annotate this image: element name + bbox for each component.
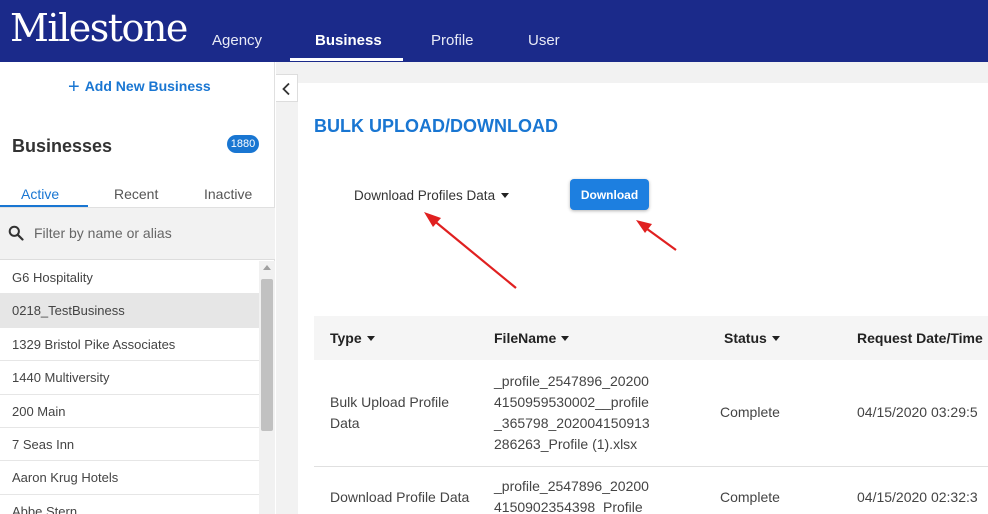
- table-row[interactable]: Bulk Upload Profile Data _profile_254789…: [314, 360, 988, 467]
- main-area: BULK UPLOAD/DOWNLOAD Download Profiles D…: [276, 62, 988, 514]
- business-count-badge: 1880: [227, 135, 259, 153]
- business-list-scrollbar[interactable]: [259, 261, 275, 514]
- column-header-filename[interactable]: FileName: [494, 329, 570, 347]
- list-item[interactable]: 0218_TestBusiness: [0, 294, 259, 328]
- sort-caret-icon: [366, 336, 375, 341]
- table-row[interactable]: Download Profile Data _profile_2547896_2…: [314, 468, 988, 514]
- add-new-business-label: Add New Business: [84, 78, 211, 94]
- column-header-type[interactable]: Type: [330, 329, 375, 347]
- tab-active[interactable]: Active: [21, 185, 59, 203]
- add-new-business-button[interactable]: + Add New Business: [68, 76, 211, 98]
- cell-line: Bulk Upload Profile: [330, 394, 450, 410]
- filter-bar: [0, 208, 275, 260]
- cell-request-date: 04/15/2020 03:29:5: [857, 404, 978, 420]
- column-header-label: Status: [724, 330, 767, 346]
- list-item[interactable]: Abbe Stern: [0, 495, 259, 514]
- plus-icon: +: [68, 76, 80, 98]
- list-item[interactable]: G6 Hospitality: [0, 261, 259, 295]
- cell-line: 286263_Profile (1).xlsx: [494, 436, 638, 452]
- business-sidebar: + Add New Business Businesses 1880 Active…: [0, 62, 275, 514]
- list-item[interactable]: 1329 Bristol Pike Associates: [0, 328, 259, 362]
- businesses-heading: Businesses: [12, 136, 113, 156]
- cell-line: 4150902354398_Profile: [494, 499, 643, 514]
- bulk-upload-panel: BULK UPLOAD/DOWNLOAD Download Profiles D…: [298, 83, 988, 514]
- cell-status: Complete: [720, 489, 780, 505]
- list-item[interactable]: 7 Seas Inn: [0, 428, 259, 462]
- nav-item-profile[interactable]: Profile: [431, 32, 474, 50]
- table-header: Type FileName Status Request Date/Time: [314, 316, 988, 360]
- list-item[interactable]: 1440 Multiversity: [0, 361, 259, 395]
- nav-item-agency[interactable]: Agency: [212, 32, 262, 50]
- cell-line: _profile_2547896_20200: [494, 373, 649, 389]
- sort-caret-icon: [561, 336, 570, 341]
- list-item[interactable]: Aaron Krug Hotels: [0, 461, 259, 495]
- nav-active-underline: [290, 58, 403, 61]
- cell-line: _365798_202004150913: [494, 415, 650, 431]
- business-list: G6 Hospitality 0218_TestBusiness 1329 Bris…: [0, 261, 259, 514]
- nav-item-business[interactable]: Business: [315, 32, 382, 50]
- column-header-label: Request Date/Time: [857, 330, 983, 346]
- cell-line: 4150959530002__profile: [494, 394, 649, 410]
- list-item[interactable]: 200 Main: [0, 395, 259, 428]
- column-header-label: Type: [330, 330, 362, 346]
- page-title: BULK UPLOAD/DOWNLOAD: [314, 116, 558, 136]
- top-nav: Milestone Agency Business Profile User: [0, 0, 988, 62]
- download-button[interactable]: Download: [570, 179, 649, 210]
- caret-down-icon: [501, 193, 510, 198]
- search-icon: [8, 225, 24, 241]
- tab-inactive[interactable]: Inactive: [204, 185, 252, 203]
- chevron-left-icon: [282, 82, 290, 96]
- cell-type: Download Profile Data: [330, 489, 470, 505]
- cell-filename: _profile_2547896_20200 4150902354398_Pro…: [494, 476, 649, 514]
- nav-item-user[interactable]: User: [528, 32, 560, 50]
- scroll-up-arrow-icon[interactable]: [263, 265, 271, 270]
- scroll-thumb[interactable]: [261, 279, 273, 431]
- column-header-status[interactable]: Status: [724, 329, 780, 347]
- tab-recent[interactable]: Recent: [114, 185, 158, 203]
- milestone-logo[interactable]: Milestone: [10, 6, 188, 50]
- cell-request-date: 04/15/2020 02:32:3: [857, 489, 978, 505]
- cell-type: Bulk Upload Profile Data: [330, 392, 449, 434]
- column-header-request-date[interactable]: Request Date/Time: [857, 329, 983, 347]
- cell-filename: _profile_2547896_20200 4150959530002__pr…: [494, 371, 650, 455]
- cell-line: Data: [330, 415, 360, 431]
- cell-status: Complete: [720, 404, 780, 420]
- filter-input[interactable]: [34, 222, 254, 244]
- sort-caret-icon: [771, 336, 780, 341]
- download-type-selected-value: Download Profiles Data: [354, 188, 496, 203]
- collapse-sidebar-button[interactable]: [276, 74, 298, 102]
- cell-line: _profile_2547896_20200: [494, 478, 649, 494]
- download-type-select[interactable]: Download Profiles Data: [354, 187, 510, 205]
- column-header-label: FileName: [494, 330, 557, 346]
